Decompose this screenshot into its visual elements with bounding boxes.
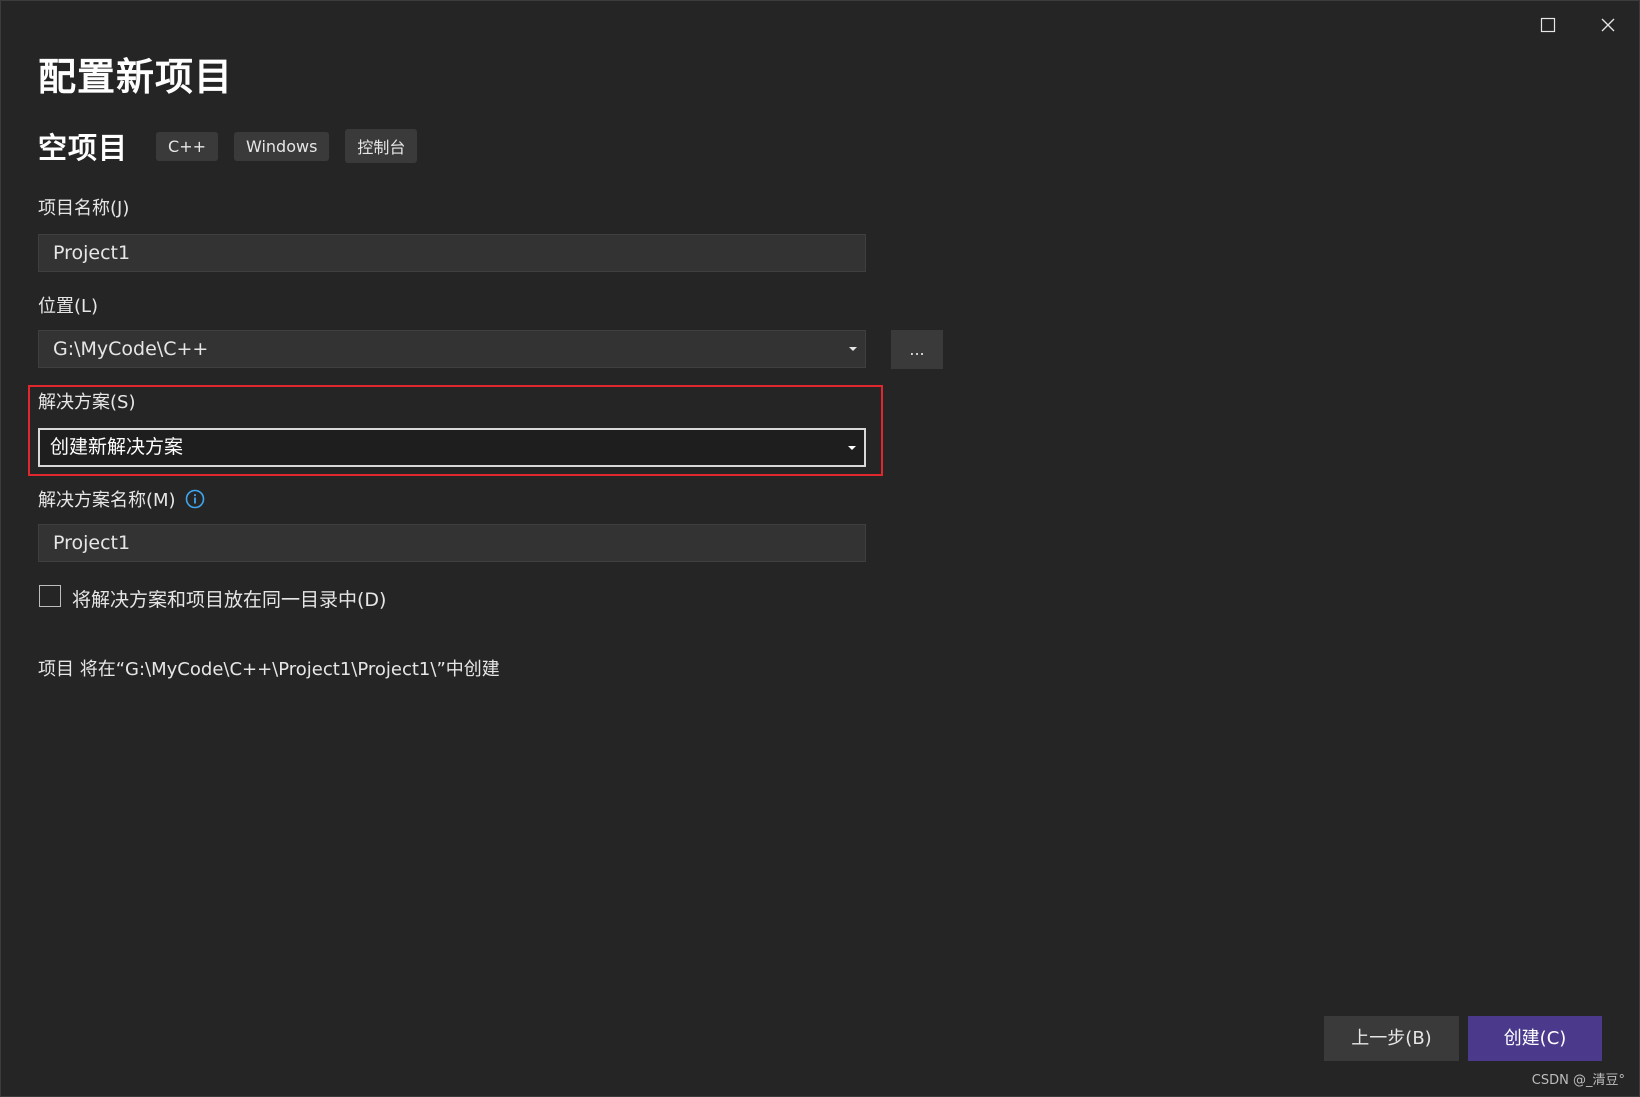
template-name: 空项目	[38, 131, 129, 165]
solution-label: 解决方案(S)	[38, 392, 136, 413]
dialog-window: 配置新项目 空项目 C++ Windows 控制台 项目名称(J) Projec…	[0, 0, 1640, 1097]
create-button[interactable]: 创建(C)	[1468, 1016, 1602, 1061]
solution-name-label: 解决方案名称(M)	[38, 490, 176, 511]
project-path-note: 项目 将在“G:\MyCode\C++\Project1\Project1\”中…	[38, 659, 500, 680]
template-header: 空项目 C++ Windows 控制台	[38, 127, 433, 165]
tag-platform: Windows	[234, 131, 330, 161]
location-value: G:\MyCode\C++	[53, 338, 209, 360]
info-icon[interactable]	[185, 489, 205, 509]
same-directory-label[interactable]: 将解决方案和项目放在同一目录中(D)	[72, 585, 386, 612]
project-name-input[interactable]: Project1	[38, 234, 866, 272]
solution-value: 创建新解决方案	[50, 436, 184, 458]
chevron-down-icon[interactable]	[849, 347, 857, 351]
tag-project-type: 控制台	[345, 129, 418, 163]
browse-button[interactable]: ...	[891, 330, 943, 369]
watermark: CSDN @_清豆°	[1531, 1073, 1625, 1088]
project-name-label: 项目名称(J)	[38, 198, 130, 219]
maximize-button[interactable]	[1525, 9, 1571, 41]
close-icon	[1601, 18, 1615, 32]
location-label: 位置(L)	[38, 296, 99, 317]
chevron-down-icon[interactable]	[848, 446, 856, 450]
back-button[interactable]: 上一步(B)	[1324, 1016, 1459, 1061]
solution-name-input[interactable]: Project1	[38, 524, 866, 562]
page-title: 配置新项目	[38, 55, 234, 99]
same-directory-checkbox[interactable]	[39, 585, 61, 607]
solution-combobox[interactable]: 创建新解决方案	[38, 428, 866, 467]
close-button[interactable]	[1585, 9, 1631, 41]
location-combobox[interactable]: G:\MyCode\C++	[38, 330, 866, 368]
tag-language: C++	[156, 131, 218, 161]
maximize-icon	[1540, 17, 1556, 33]
